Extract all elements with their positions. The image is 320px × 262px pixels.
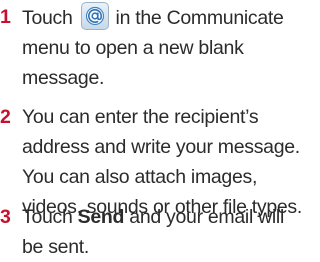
step-1: 1 Touch in the Communicate menu to open … [0,2,303,93]
step-number: 2 [0,106,11,128]
email-at-icon [80,2,109,30]
step-text-segment: Touch [22,7,73,29]
step-text-line: message. [22,67,105,89]
step-text-segment: in the Communicate [115,7,284,29]
step-text-line: You can also attach images, [22,166,258,188]
step-text: Touch Send and your email will be sent. [22,202,303,262]
step-text-line: You can enter the recipient’s [22,106,259,128]
step-text: Touch in the Communicate menu to open a … [22,2,303,93]
send-label: Send [77,206,125,228]
step-text-line: menu to open a new blank [22,37,244,59]
instruction-steps: 1 Touch in the Communicate menu to open … [0,0,303,262]
step-number: 3 [0,206,11,228]
step-text-line: be sent. [22,236,89,258]
step-number: 1 [0,6,11,28]
step-text-segment: Touch [22,206,73,228]
step-text-line: address and write your message. [22,136,300,158]
step-3: 3 Touch Send and your email will be sent… [0,202,303,262]
step-text-segment: and your email will [129,206,284,228]
